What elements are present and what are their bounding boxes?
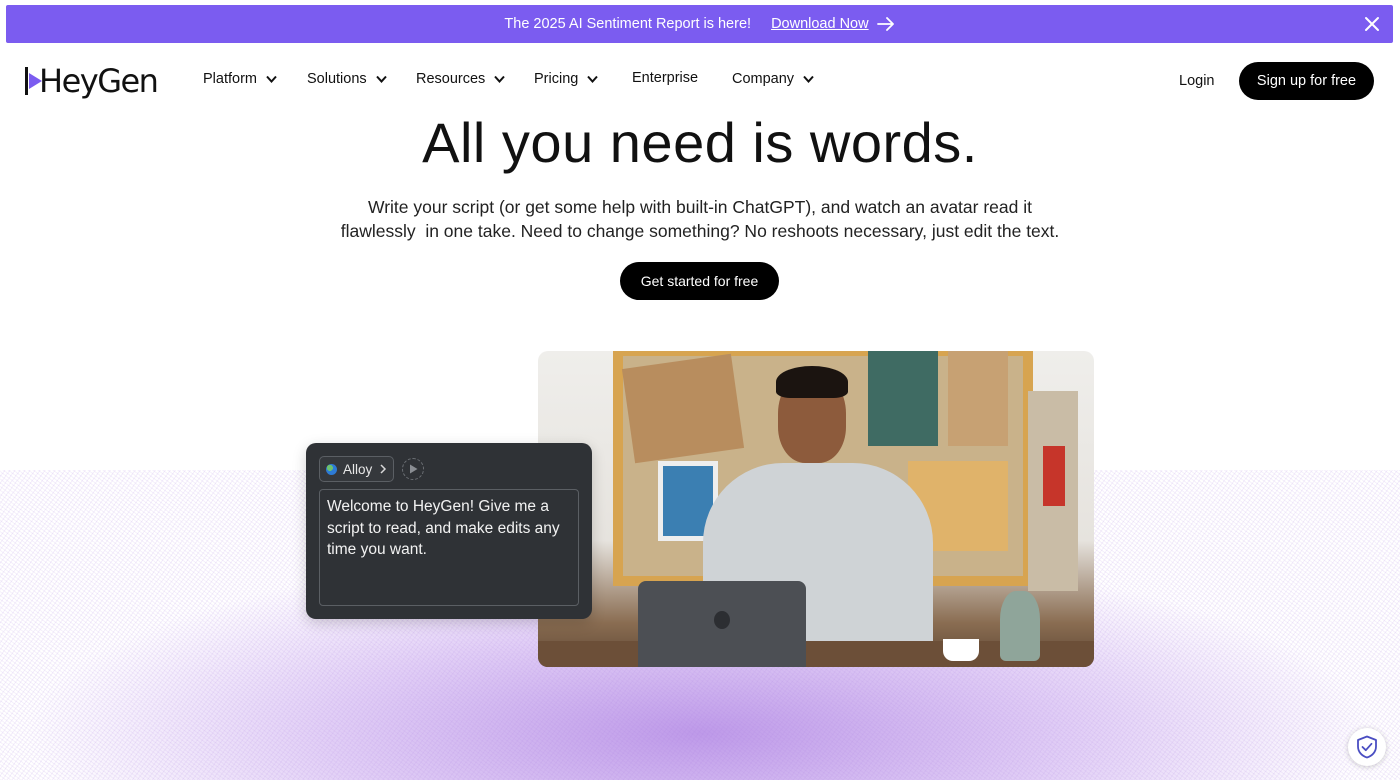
voice-name: Alloy (343, 461, 373, 477)
shield-check-icon (1357, 735, 1377, 759)
hero-subtitle-line-1: Write your script (or get some help with… (368, 197, 1032, 217)
nav-item-label: Enterprise (632, 70, 699, 86)
login-link[interactable]: Login (1179, 73, 1214, 89)
close-icon[interactable] (1363, 15, 1381, 33)
main-nav: HeyGen Platform Solutions Resources Pric… (0, 56, 1400, 106)
chevron-down-icon (494, 75, 506, 83)
logo-wordmark: HeyGen (39, 62, 159, 100)
nav-item-company[interactable]: Company (732, 71, 814, 87)
coffee-cup (943, 639, 979, 661)
arrow-right-icon[interactable] (876, 17, 895, 31)
wall-poster (948, 351, 1008, 446)
wall-poster (621, 353, 745, 464)
nav-item-solutions[interactable]: Solutions (307, 71, 387, 87)
banner-message: The 2025 AI Sentiment Report is here! (504, 16, 752, 32)
nav-item-pricing[interactable]: Pricing (534, 71, 599, 87)
nav-item-label: Solutions (307, 71, 367, 87)
announcement-banner: The 2025 AI Sentiment Report is here! Do… (6, 5, 1393, 43)
voice-selector[interactable]: Alloy (319, 456, 394, 482)
nav-item-label: Company (732, 71, 795, 87)
nav-item-resources[interactable]: Resources (416, 71, 506, 87)
avatar-hair (776, 366, 848, 398)
script-editor-card: Alloy Welcome to HeyGen! Give me a scrip… (306, 443, 592, 619)
avatar-video-preview[interactable] (538, 351, 1094, 667)
nav-item-label: Platform (203, 71, 257, 87)
hero-subtitle: Write your script (or get some help with… (330, 195, 1070, 243)
wall-poster (868, 351, 938, 446)
red-phone-booth (1043, 446, 1065, 506)
chevron-down-icon (587, 75, 599, 83)
heygen-logo[interactable]: HeyGen (25, 62, 159, 100)
nav-item-label: Resources (416, 71, 486, 87)
laptop (638, 581, 806, 667)
privacy-shield-badge[interactable] (1348, 728, 1386, 766)
get-started-button[interactable]: Get started for free (620, 262, 779, 300)
signup-button[interactable]: Sign up for free (1239, 62, 1374, 100)
hero-subtitle-line-2: flawlessly in one take. Need to change s… (340, 221, 1060, 241)
play-voice-button[interactable] (402, 458, 424, 480)
hero-title: All you need is words. (422, 111, 978, 174)
globe-icon (326, 463, 337, 475)
chevron-down-icon (266, 75, 277, 83)
download-now-link[interactable]: Download Now (771, 16, 869, 32)
chevron-down-icon (375, 75, 387, 83)
script-text-area[interactable]: Welcome to HeyGen! Give me a script to r… (319, 489, 579, 606)
nav-item-platform[interactable]: Platform (203, 71, 277, 87)
chevron-down-icon (803, 75, 814, 83)
nav-item-enterprise[interactable]: Enterprise (632, 70, 698, 86)
nav-item-label: Pricing (534, 71, 579, 87)
play-icon (409, 464, 417, 474)
laptop-logo (714, 611, 730, 629)
chevron-right-icon (380, 464, 387, 474)
plant (1000, 591, 1040, 661)
